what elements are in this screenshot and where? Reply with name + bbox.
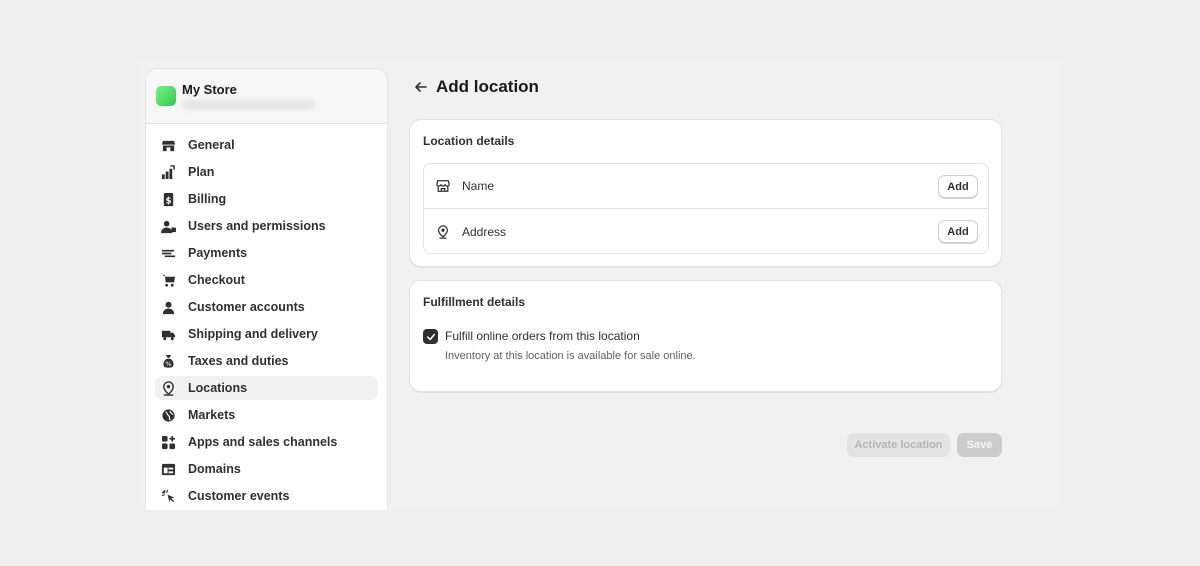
sidebar-item-label: Markets [188,408,236,422]
card-title: Fulfillment details [423,295,526,309]
sidebar-item-billing[interactable]: $ Billing [155,187,378,211]
sidebar-item-label: Shipping and delivery [188,327,318,341]
sidebar-item-domains[interactable]: Domains [155,457,378,481]
address-label: Address [462,224,507,239]
users-icon [160,218,176,234]
domains-icon [160,461,176,477]
page-title: Add location [436,77,539,96]
sidebar-item-markets[interactable]: Markets [155,403,378,427]
activate-location-button[interactable]: Activate location [847,433,950,457]
sidebar-item-apps-and-sales-channels[interactable]: Apps and sales channels [155,430,378,454]
list-item-name: Name Add [424,164,988,209]
fulfillment-details-card: Fulfillment details Fulfill online order… [409,280,1002,392]
location-details-list: Name Add Address Add [423,163,989,254]
store-avatar [156,86,176,106]
store-icon [435,178,451,194]
checkmark-icon [426,333,435,340]
sidebar-item-locations[interactable]: Locations [155,376,378,400]
sidebar-item-label: Apps and sales channels [188,435,338,449]
add-address-button[interactable]: Add [938,220,978,243]
card-title: Location details [423,134,515,148]
sidebar-item-shipping-and-delivery[interactable]: Shipping and delivery [155,322,378,346]
save-button[interactable]: Save [957,433,1002,457]
apps-icon [160,434,176,450]
store-header[interactable]: My Store [146,69,387,124]
sidebar-item-taxes-and-duties[interactable]: % Taxes and duties [155,349,378,373]
sidebar-item-users-and-permissions[interactable]: Users and permissions [155,214,378,238]
person-icon [160,299,176,315]
billing-icon: $ [160,191,176,207]
sidebar-item-label: Customer accounts [188,300,305,314]
tax-bag-icon: % [160,353,176,369]
sidebar-item-label: Taxes and duties [188,354,289,368]
add-name-button[interactable]: Add [938,175,978,198]
sidebar-item-label: Checkout [188,273,245,287]
sidebar-item-plan[interactable]: Plan [155,160,378,184]
settings-nav: General Plan $ Billing Users and permiss… [146,124,387,508]
list-item-address: Address Add [424,209,988,254]
sidebar-item-label: Payments [188,246,248,260]
payments-icon [160,245,176,261]
plan-icon [160,164,176,180]
location-pin-icon [160,380,176,396]
cursor-click-icon [160,488,176,504]
svg-text:$: $ [165,195,171,205]
sidebar-item-label: Plan [188,165,215,179]
store-name: My Store [182,82,237,97]
sidebar-item-label: General [188,138,235,152]
sidebar-item-label: Billing [188,192,227,206]
sidebar-item-label: Domains [188,462,241,476]
sidebar-item-customer-events[interactable]: Customer events [155,484,378,508]
sidebar-item-general[interactable]: General [155,133,378,157]
globe-icon [160,407,176,423]
sidebar-item-label: Users and permissions [188,219,326,233]
fulfill-online-label[interactable]: Fulfill online orders from this location [445,329,640,343]
fulfill-online-checkbox[interactable] [423,329,438,344]
sidebar-item-label: Locations [188,381,248,395]
store-url-blurred [182,100,316,110]
fulfill-online-help-text: Inventory at this location is available … [445,350,696,362]
settings-sidebar: My Store General Plan $ Billing Users an… [145,68,388,510]
sidebar-item-customer-accounts[interactable]: Customer accounts [155,295,378,319]
back-arrow-icon[interactable] [413,79,429,95]
location-pin-icon [435,224,451,240]
location-details-card: Location details Name Add Address Add [409,119,1002,267]
svg-text:%: % [165,360,171,368]
name-label: Name [462,179,495,193]
truck-icon [160,326,176,342]
cart-icon [160,272,176,288]
store-icon [160,137,176,153]
sidebar-item-payments[interactable]: Payments [155,241,378,265]
sidebar-item-label: Customer events [188,489,290,503]
sidebar-item-checkout[interactable]: Checkout [155,268,378,292]
